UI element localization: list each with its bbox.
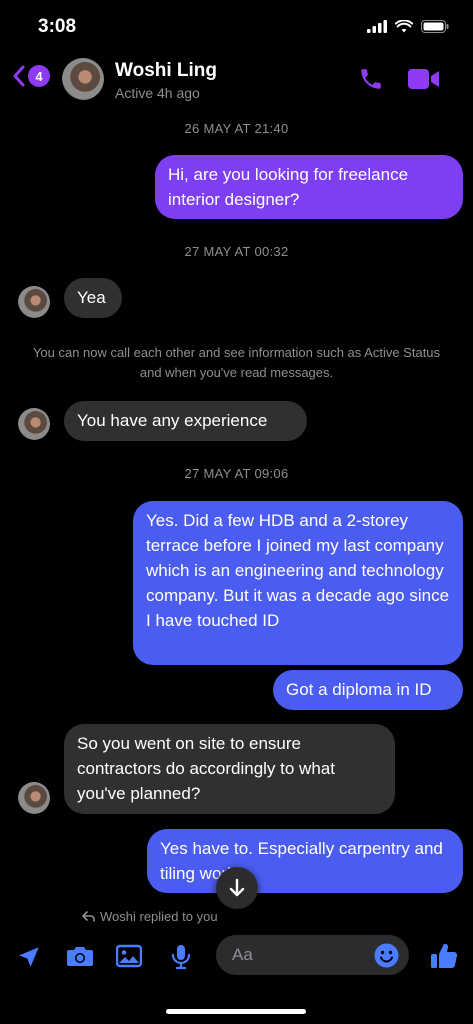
video-call-button[interactable] [408, 68, 440, 95]
image-icon [115, 944, 143, 968]
location-button[interactable] [16, 944, 42, 975]
wifi-icon [395, 20, 413, 33]
gallery-button[interactable] [115, 944, 143, 973]
video-camera-icon [408, 69, 439, 89]
conversation-header: 4 Woshi Ling Active 4h ago [0, 54, 473, 110]
contact-active-status: Active 4h ago [115, 85, 200, 101]
arrow-down-icon [229, 878, 245, 897]
outgoing-message[interactable]: Hi, are you looking for freelance interi… [155, 155, 463, 219]
incoming-message[interactable]: So you went on site to ensure contractor… [64, 724, 395, 814]
incoming-message[interactable]: You have any experience [64, 401, 307, 441]
message-composer [0, 932, 473, 984]
reply-indicator-text: Woshi replied to you [100, 909, 218, 924]
timestamp: 26 MAY AT 21:40 [184, 121, 289, 136]
battery-icon [421, 20, 449, 33]
voice-message-button[interactable] [170, 944, 192, 975]
thumbs-up-icon [431, 943, 458, 968]
back-button[interactable]: 4 [12, 64, 50, 88]
phone-icon [361, 69, 381, 89]
like-button[interactable] [430, 942, 458, 975]
emoji-icon [374, 943, 399, 968]
timestamp: 27 MAY AT 09:06 [184, 466, 289, 481]
contact-avatar-small [18, 782, 50, 814]
scroll-to-bottom-button[interactable] [216, 867, 258, 909]
contact-name[interactable]: Woshi Ling [115, 60, 217, 82]
signal-icon [367, 20, 387, 33]
camera-button[interactable] [66, 944, 94, 973]
unread-count-badge: 4 [28, 65, 50, 87]
outgoing-message[interactable]: Yes have to. Especially carpentry and ti… [147, 829, 463, 893]
timestamp: 27 MAY AT 00:32 [184, 244, 289, 259]
status-icons [367, 20, 449, 33]
microphone-icon [171, 945, 191, 970]
contact-avatar-small [18, 286, 50, 318]
emoji-button[interactable] [374, 943, 399, 973]
status-bar: 3:08 [0, 0, 473, 54]
status-time: 3:08 [38, 16, 77, 37]
location-arrow-icon [19, 947, 39, 967]
incoming-message[interactable]: Yea [64, 278, 122, 318]
camera-icon [67, 947, 93, 966]
home-indicator [166, 1009, 306, 1014]
system-notice: You can now call each other and see info… [32, 345, 441, 380]
reply-icon [82, 911, 95, 922]
voice-call-button[interactable] [358, 66, 384, 97]
outgoing-message[interactable]: Yes. Did a few HDB and a 2-storey terrac… [133, 501, 463, 665]
outgoing-message[interactable]: Got a diploma in ID [273, 670, 463, 710]
back-chevron-icon [13, 65, 25, 87]
reply-indicator: Woshi replied to you [82, 909, 218, 924]
contact-avatar-small [18, 408, 50, 440]
contact-avatar[interactable] [62, 58, 104, 100]
